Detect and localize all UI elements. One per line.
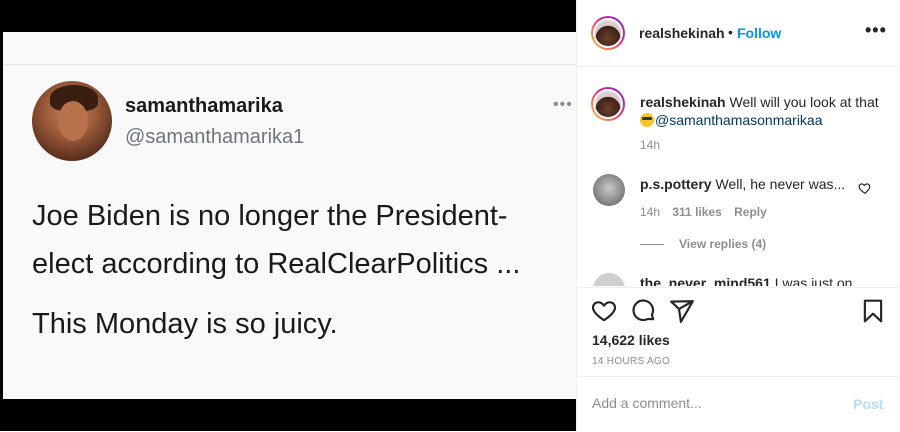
post-actions: 14,622 likes 14 HOURS AGO [577,287,899,376]
tweet-text-line: Joe Biden is no longer the President- [32,200,508,232]
caption-timestamp[interactable]: 14h [640,138,660,152]
post-panel: realshekinah • Follow ••• realshekinah W… [576,0,899,431]
separator-dot: • [728,24,733,40]
post-timestamp[interactable]: 14 HOURS AGO [592,356,670,367]
avatar[interactable] [593,273,625,286]
add-comment-bar: Post [577,376,899,432]
comment-icon[interactable] [631,298,657,324]
more-options-icon[interactable]: ••• [865,20,887,41]
caption-username[interactable]: realshekinah [640,94,726,110]
reply-button[interactable]: Reply [734,205,767,219]
comment-body: Well, he never was... [715,176,846,192]
post-author-username[interactable]: realshekinah [639,25,725,41]
comment-body: I was just on [774,275,853,286]
divider [640,244,664,245]
follow-button[interactable]: Follow [737,25,781,41]
likes-count[interactable]: 14,622 likes [592,332,670,348]
heart-icon[interactable] [591,298,617,324]
comment-text: p.s.pottery Well, he never was... [640,176,845,192]
post-comment-button[interactable]: Post [853,396,883,412]
tweet-text-line: elect according to RealClearPolitics ... [32,248,521,280]
add-comment-input[interactable] [592,395,832,411]
sunglasses-emoji-icon [640,113,654,127]
paper-plane-icon[interactable] [669,298,695,324]
view-replies-button[interactable]: View replies (4) [679,237,766,251]
comments-list[interactable]: realshekinah Well will you look at that @… [577,67,899,286]
tweet-more-icon: ••• [553,96,573,113]
caption-body: Well will you look at that [729,94,879,110]
comment-timestamp[interactable]: 14h [640,205,660,219]
avatar[interactable] [591,87,625,121]
comment-likes[interactable]: 311 likes [672,205,721,219]
tweet-author-name: samanthamarika [125,95,283,117]
bookmark-icon[interactable] [860,298,886,324]
post-media[interactable]: samanthamarika @samanthamarika1 ••• Joe … [0,0,576,431]
comment-like-heart-icon[interactable] [858,181,872,195]
comment-username[interactable]: the_never_mind561 [640,275,771,286]
divider [3,64,576,65]
comment-username[interactable]: p.s.pottery [640,176,712,192]
avatar[interactable] [591,16,625,50]
tweet-avatar [32,81,112,161]
caption-text: realshekinah Well will you look at that @… [640,93,880,129]
post-header: realshekinah • Follow ••• [577,0,899,67]
comment-meta: 14h 311 likes Reply [640,205,776,219]
comment-text: the_never_mind561 I was just on [640,275,852,286]
tweet-author-handle: @samanthamarika1 [125,126,305,148]
tweet-screenshot: samanthamarika @samanthamarika1 ••• Joe … [3,32,576,399]
caption-mention-link[interactable]: @samanthamasonmarikaa [655,112,823,128]
tweet-text-line: This Monday is so juicy. [32,308,338,340]
avatar[interactable] [593,174,625,206]
